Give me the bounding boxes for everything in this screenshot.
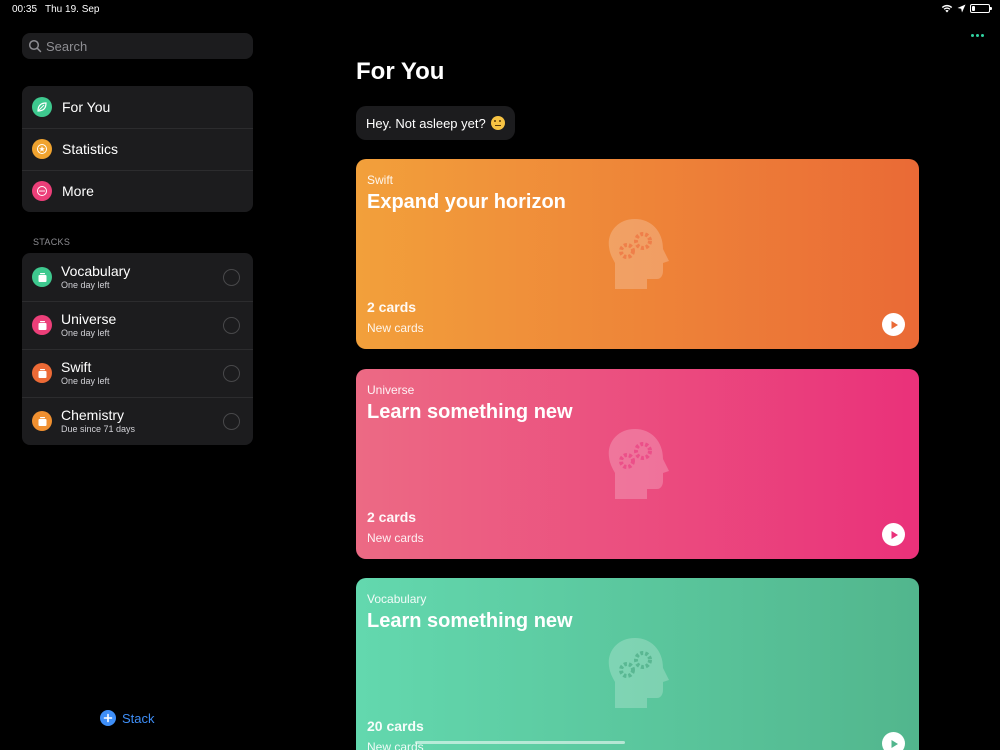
stack-item-chemistry[interactable]: Chemistry Due since 71 days	[22, 397, 253, 445]
status-time: 00:35	[12, 4, 38, 15]
brain-gears-icon	[608, 429, 669, 499]
card-title: Learn something new	[367, 610, 573, 632]
stack-item-vocabulary[interactable]: Vocabulary One day left	[22, 253, 253, 301]
greeting-text: Hey. Not asleep yet?	[366, 115, 486, 131]
play-button[interactable]	[882, 523, 905, 546]
search-input[interactable]	[46, 38, 246, 54]
status-bar: 00:35 Thu 19. Sep	[0, 0, 1000, 18]
battery-fill	[972, 6, 975, 11]
stack-icon	[32, 363, 52, 383]
nav-label: For You	[62, 99, 111, 115]
card-title: Expand your horizon	[367, 191, 566, 213]
card-category: Swift	[367, 173, 394, 187]
stack-name: Universe	[61, 311, 117, 327]
stacks-header: STACKS	[33, 237, 71, 247]
play-button[interactable]	[882, 313, 905, 336]
stack-icon	[32, 267, 52, 287]
card-count: 20 cards	[367, 718, 424, 734]
thinking-face-icon	[490, 116, 505, 130]
stack-list: Vocabulary One day left Universe One day…	[22, 253, 253, 445]
star-icon	[32, 139, 52, 159]
card-universe[interactable]: Universe Learn something new 2 cards New…	[356, 369, 919, 559]
home-indicator[interactable]	[415, 741, 625, 744]
more-options-button[interactable]	[971, 34, 984, 37]
wifi-icon	[941, 4, 953, 13]
ellipsis-icon	[32, 181, 52, 201]
stack-due: One day left	[61, 280, 110, 290]
stack-item-swift[interactable]: Swift One day left	[22, 349, 253, 397]
card-count: 2 cards	[367, 299, 417, 315]
stack-icon	[32, 411, 52, 431]
card-subtitle: New cards	[367, 321, 424, 335]
location-icon	[957, 4, 966, 13]
stack-item-universe[interactable]: Universe One day left	[22, 301, 253, 349]
nav-item-statistics[interactable]: Statistics	[22, 128, 253, 170]
nav-label: Statistics	[62, 141, 119, 157]
add-stack-button[interactable]: Stack	[100, 710, 155, 726]
brain-gears-icon	[608, 638, 669, 708]
stack-icon	[32, 315, 52, 335]
battery-icon	[970, 4, 992, 13]
status-date: Thu 19. Sep	[45, 4, 100, 15]
status-icons	[941, 4, 992, 13]
card-title: Learn something new	[367, 401, 573, 423]
nav-item-more[interactable]: More	[22, 170, 253, 212]
stack-due: One day left	[61, 328, 110, 338]
card-category: Vocabulary	[367, 592, 427, 606]
brain-gears-icon	[608, 219, 669, 289]
page-title: For You	[356, 58, 445, 85]
play-icon	[891, 320, 898, 329]
stack-due: Due since 71 days	[61, 424, 136, 434]
nav-label: More	[62, 183, 94, 199]
play-icon	[891, 530, 898, 539]
card-category: Universe	[367, 383, 415, 397]
play-icon	[891, 739, 898, 748]
stack-select-radio[interactable]	[223, 317, 240, 334]
search-bar[interactable]	[22, 33, 253, 59]
greeting-bubble: Hey. Not asleep yet?	[356, 106, 515, 140]
nav-item-for-you[interactable]: For You	[22, 86, 253, 128]
stack-name: Swift	[61, 359, 92, 375]
card-swift[interactable]: Swift Expand your horizon 2 cards New ca…	[356, 159, 919, 349]
stack-name: Vocabulary	[61, 263, 131, 279]
card-vocabulary[interactable]: Vocabulary Learn something new 20 cards …	[356, 578, 919, 750]
nav-group: For You Statistics More	[22, 86, 253, 212]
search-icon	[28, 39, 42, 53]
add-stack-label: Stack	[122, 710, 155, 726]
stack-select-radio[interactable]	[223, 269, 240, 286]
stack-due: One day left	[61, 376, 110, 386]
play-button[interactable]	[882, 732, 905, 750]
card-subtitle: New cards	[367, 531, 424, 545]
stack-select-radio[interactable]	[223, 365, 240, 382]
card-count: 2 cards	[367, 509, 417, 525]
leaf-icon	[32, 97, 52, 117]
stack-name: Chemistry	[61, 407, 125, 423]
plus-icon	[100, 710, 116, 726]
stack-select-radio[interactable]	[223, 413, 240, 430]
